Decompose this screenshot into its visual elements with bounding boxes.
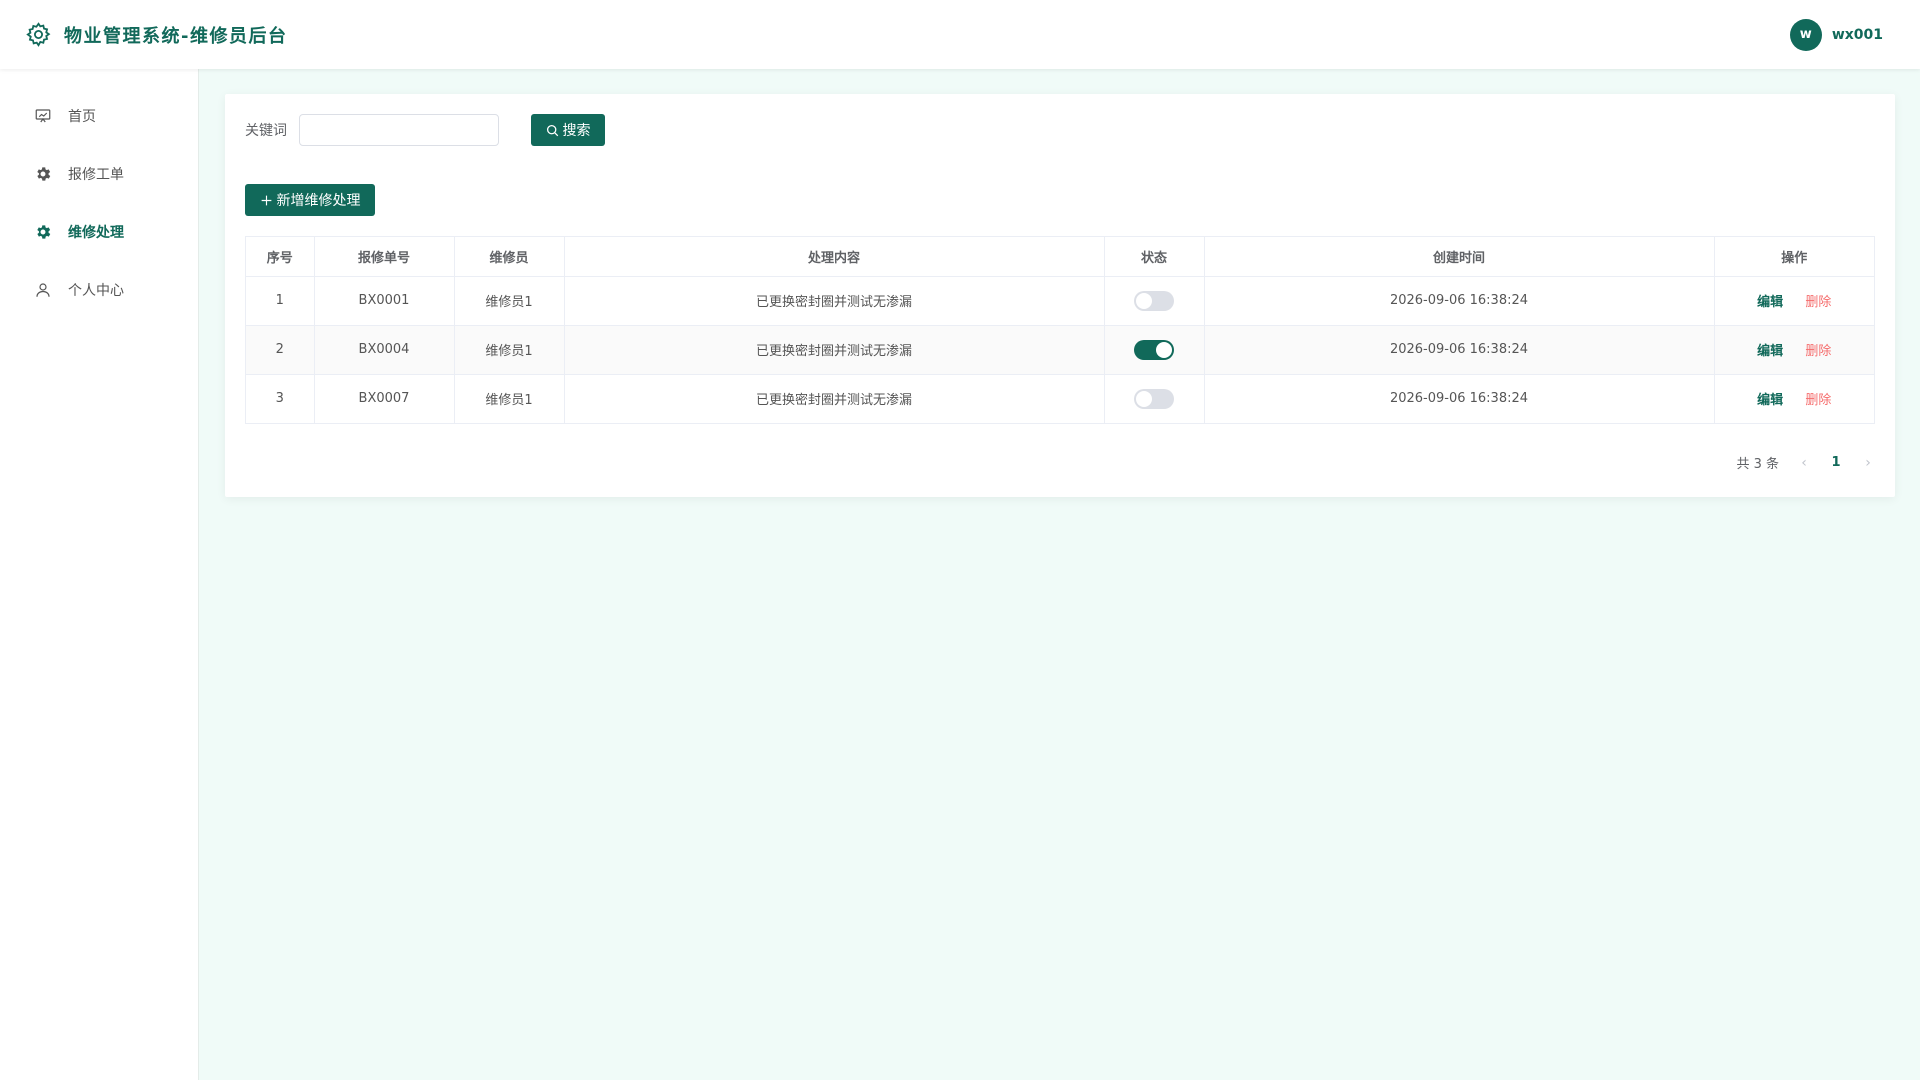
table-row: 2 BX0004 维修员1 已更换密封圈并测试无渗漏 2026-09-06 16…: [246, 325, 1874, 375]
search-row: 关键词 搜索: [245, 114, 1875, 146]
edit-button[interactable]: 编辑: [1757, 344, 1783, 359]
cell-order-no: BX0001: [314, 276, 455, 326]
table-row: 1 BX0001 维修员1 已更换密封圈并测试无渗漏 2026-09-06 16…: [246, 276, 1874, 326]
column-header: 状态: [1104, 237, 1205, 277]
cell-order-no: BX0007: [314, 374, 455, 423]
page-number[interactable]: 1: [1829, 455, 1843, 470]
sidebar-item-label: 维修处理: [68, 225, 124, 241]
pagination-total: 共 3 条: [1736, 457, 1779, 472]
sidebar-item-label: 首页: [68, 109, 96, 125]
status-toggle[interactable]: [1134, 388, 1174, 409]
add-button-label: 新增维修处理: [276, 193, 361, 209]
cell-actions: 编辑 删除: [1714, 276, 1874, 326]
user-menu[interactable]: w wx001: [1789, 18, 1883, 51]
cell-actions: 编辑 删除: [1714, 325, 1874, 375]
cell-index: 2: [246, 325, 315, 375]
cell-index: 1: [246, 276, 315, 326]
username[interactable]: wx001: [1832, 27, 1883, 43]
top-header: 物业管理系统-维修员后台 w wx001: [0, 0, 1920, 69]
column-header: 序号: [246, 237, 315, 277]
column-header: 操作: [1714, 237, 1874, 277]
gear-icon: [37, 167, 51, 181]
delete-button[interactable]: 删除: [1805, 393, 1831, 408]
sidebar-item-label: 报修工单: [68, 167, 124, 183]
add-repair-button[interactable]: 新增维修处理: [245, 184, 375, 216]
cell-repairman: 维修员1: [454, 276, 565, 326]
cell-content: 已更换密封圈并测试无渗漏: [564, 276, 1105, 326]
sidebar-item-profile[interactable]: 个人中心: [0, 261, 198, 319]
cell-repairman: 维修员1: [454, 325, 565, 375]
cell-status: [1104, 374, 1205, 423]
search-icon: [546, 124, 558, 136]
column-header: 处理内容: [564, 237, 1105, 277]
edit-button[interactable]: 编辑: [1757, 295, 1783, 310]
avatar[interactable]: w: [1789, 18, 1822, 51]
sidebar-item-home[interactable]: 首页: [0, 87, 198, 145]
gear-icon: [37, 225, 51, 239]
table-row: 3 BX0007 维修员1 已更换密封圈并测试无渗漏 2026-09-06 16…: [246, 374, 1874, 423]
column-header: 报修单号: [314, 237, 455, 277]
cell-status: [1104, 325, 1205, 375]
chevron-left-icon[interactable]: ‹: [1797, 455, 1811, 471]
cell-status: [1104, 276, 1205, 326]
delete-button[interactable]: 删除: [1805, 344, 1831, 359]
search-button-label: 搜索: [562, 123, 591, 139]
gear-icon: [26, 22, 51, 47]
repair-table: 序号 报修单号 维修员 处理内容 状态 创建时间 操作 1 BX0001 维修员…: [245, 236, 1875, 424]
cell-created: 2026-09-06 16:38:24: [1204, 325, 1715, 375]
pagination: 共 3 条 ‹ 1 ›: [1736, 453, 1875, 473]
user-icon: [36, 283, 50, 297]
column-header: 创建时间: [1204, 237, 1715, 277]
cell-actions: 编辑 删除: [1714, 374, 1874, 423]
chevron-right-icon[interactable]: ›: [1861, 455, 1875, 471]
search-label: 关键词: [245, 123, 287, 139]
app-title: 物业管理系统-维修员后台: [64, 25, 288, 47]
edit-button[interactable]: 编辑: [1757, 393, 1783, 408]
search-button[interactable]: 搜索: [531, 114, 605, 146]
cell-content: 已更换密封圈并测试无渗漏: [564, 325, 1105, 375]
cell-index: 3: [246, 374, 315, 423]
brand: 物业管理系统-维修员后台: [25, 21, 287, 48]
main-card: 关键词 搜索 新增维修处理 序号 报修单号 维修员 处理内容 状态 创建时间 操…: [225, 94, 1895, 497]
table-header-row: 序号 报修单号 维修员 处理内容 状态 创建时间 操作: [246, 237, 1874, 277]
cell-content: 已更换密封圈并测试无渗漏: [564, 374, 1105, 423]
plus-icon: [261, 195, 271, 205]
cell-order-no: BX0004: [314, 325, 455, 375]
sidebar: 首页 报修工单 维修处理 个人中心: [0, 69, 199, 1080]
cell-repairman: 维修员1: [454, 374, 565, 423]
sidebar-item-repair-handling[interactable]: 维修处理: [0, 203, 198, 261]
status-toggle[interactable]: [1134, 290, 1174, 311]
dashboard-icon: [35, 109, 51, 123]
status-toggle[interactable]: [1134, 339, 1174, 360]
column-header: 维修员: [454, 237, 565, 277]
delete-button[interactable]: 删除: [1805, 295, 1831, 310]
sidebar-item-repair-orders[interactable]: 报修工单: [0, 145, 198, 203]
search-input[interactable]: [299, 114, 499, 146]
cell-created: 2026-09-06 16:38:24: [1204, 374, 1715, 423]
cell-created: 2026-09-06 16:38:24: [1204, 276, 1715, 326]
sidebar-item-label: 个人中心: [68, 283, 124, 299]
